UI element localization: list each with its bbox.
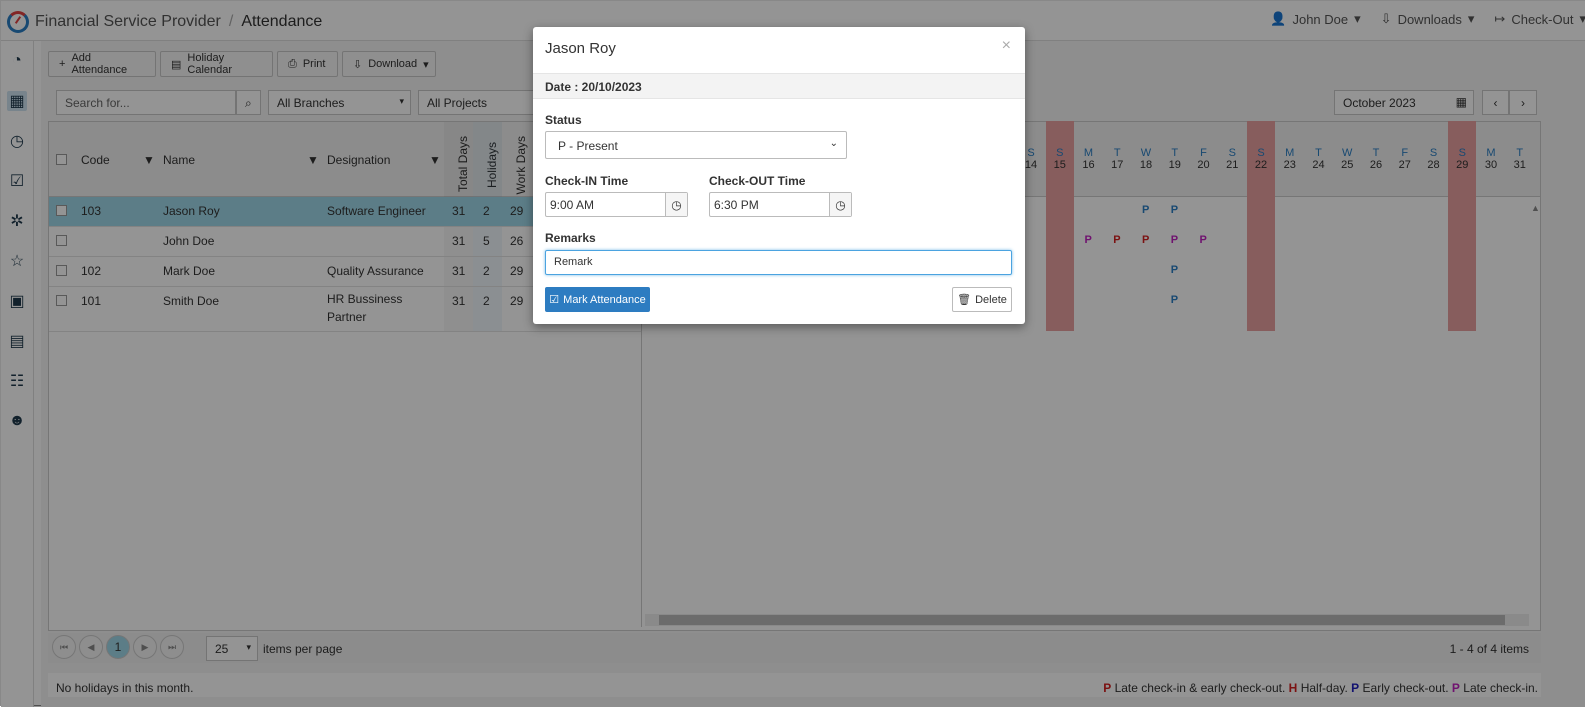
attendance-modal: Jason Roy × Date : 20/10/2023 Status P -… bbox=[533, 27, 1025, 324]
close-icon[interactable]: × bbox=[1002, 37, 1011, 55]
checkin-label: Check-IN Time bbox=[545, 174, 629, 188]
checkout-time-input[interactable]: 6:30 PM ◷ bbox=[709, 192, 852, 217]
status-select[interactable]: P - Present ⌄ bbox=[545, 131, 847, 159]
clock-icon: ◷ bbox=[665, 193, 687, 216]
status-label: Status bbox=[545, 113, 582, 127]
checkout-label: Check-OUT Time bbox=[709, 174, 806, 188]
trash-icon: 🗑 bbox=[957, 294, 972, 306]
mark-attendance-button[interactable]: ☑ Mark Attendance bbox=[545, 287, 650, 312]
modal-date: Date : 20/10/2023 bbox=[533, 73, 1025, 99]
modal-title: Jason Roy bbox=[545, 40, 616, 57]
remarks-input[interactable]: Remark bbox=[545, 250, 1012, 275]
remarks-label: Remarks bbox=[545, 231, 596, 245]
check-square-icon: ☑ bbox=[549, 294, 560, 306]
delete-button[interactable]: 🗑 Delete bbox=[952, 287, 1012, 312]
checkin-time-input[interactable]: 9:00 AM ◷ bbox=[545, 192, 688, 217]
chevron-down-icon: ⌄ bbox=[829, 138, 838, 149]
clock-icon: ◷ bbox=[829, 193, 851, 216]
